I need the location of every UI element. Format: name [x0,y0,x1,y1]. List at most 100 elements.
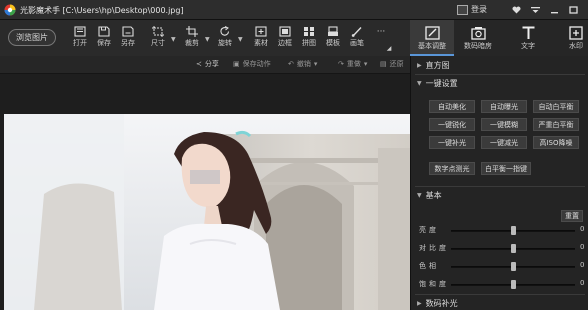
border-button[interactable]: 边框 [273,24,297,54]
maximize-button[interactable] [565,3,581,16]
save-as-button[interactable]: 另存 [116,24,140,54]
tab-text-label: 文字 [521,42,535,50]
material-icon [255,26,267,37]
redo-dropdown-icon[interactable]: ▾ [364,60,368,68]
one-click-reduce-light-button[interactable]: 一键减光 [481,136,527,149]
expand-icon: ◢ [386,45,392,52]
brightness-slider[interactable]: 亮度 0 [411,224,588,236]
restore-icon: ▤ [380,60,387,68]
auto-beautify-button[interactable]: 自动美化 [429,100,475,113]
maximize-icon [568,5,578,14]
undo-dropdown-icon[interactable]: ▾ [314,60,318,68]
save-label: 保存 [97,39,111,47]
redo-button[interactable]: ↷ 重做 ▾ [338,59,367,69]
template-button[interactable]: 模板 [321,24,345,54]
camera-icon [470,27,486,40]
high-iso-denoise-button[interactable]: 高ISO降噪 [533,136,579,149]
contrast-label: 对比度 [419,244,449,252]
saturation-label: 饱和度 [419,280,449,288]
browse-images-button[interactable]: 浏览图片 [8,29,56,46]
digital-fill-section[interactable]: ▶ 数码补光 [411,296,588,310]
more-label: ··· [376,27,386,37]
contrast-slider[interactable]: 对比度 0 [411,242,588,254]
auto-white-balance-button[interactable]: 自动白平衡 [533,100,579,113]
share-label: 分享 [204,60,219,68]
brush-label: 画笔 [350,39,364,47]
crop-label: 裁剪 [185,39,199,47]
size-button[interactable]: 尺寸 [146,24,170,54]
save-as-icon [122,26,134,37]
collage-button[interactable]: 拼图 [297,24,321,54]
adjustment-panel: ▶ 直方图 ▼ 一键设置 自动美化 自动曝光 自动白平衡 一键锐化 一键模糊 严… [410,56,588,310]
expand-arrow-icon: ▶ [417,299,422,307]
divider [415,74,585,75]
basic-section[interactable]: ▼ 基本 [411,188,588,202]
digital-spot-metering-button[interactable]: 数字点测光 [429,162,475,175]
more-tools-button[interactable]: ··· ◢ [369,24,393,54]
one-click-sharpen-button[interactable]: 一键锐化 [429,118,475,131]
crop-button[interactable]: 裁剪 [180,24,204,54]
crop-dropdown-icon[interactable]: ▼ [205,36,210,43]
one-click-label: 一键设置 [425,78,458,88]
brush-button[interactable]: 画笔 [345,24,369,54]
histogram-section[interactable]: ▶ 直方图 [411,58,588,72]
undo-bar: ≺ 分享 ▣ 保存动作 ↶ 撤销 ▾ ↷ 重做 ▾ ▤ 还原 [0,56,410,74]
collage-icon [304,27,314,36]
save-action-button[interactable]: ▣ 保存动作 [233,59,271,69]
resize-icon [152,26,164,37]
tab-basic-adjust-label: 基本调整 [418,42,446,50]
image-canvas[interactable] [0,74,410,310]
menu-button[interactable] [527,3,543,16]
tab-watermark[interactable]: 水印 [554,20,588,56]
login-button[interactable]: 登录 [457,3,487,16]
basic-adjust-icon [424,26,440,40]
collapse-arrow-icon: ▼ [417,191,422,199]
template-label: 模板 [326,39,340,47]
login-icon [457,4,468,15]
slider-thumb[interactable] [510,226,516,235]
heart-icon [511,6,521,13]
skin-button[interactable] [508,3,524,16]
save-action-label: 保存动作 [242,60,271,68]
open-icon [74,26,86,37]
hue-label: 色相 [419,262,439,270]
watermark-icon [568,26,583,40]
size-dropdown-icon[interactable]: ▼ [171,36,176,43]
undo-button[interactable]: ↶ 撤销 ▾ [288,59,317,69]
saturation-slider[interactable]: 饱和度 0 [411,278,588,290]
one-click-section[interactable]: ▼ 一键设置 [411,76,588,90]
one-click-fill-light-button[interactable]: 一键补光 [429,136,475,149]
material-button[interactable]: 素材 [249,24,273,54]
tab-digital-darkroom[interactable]: 数码暗房 [456,20,500,56]
one-click-blur-button[interactable]: 一键模糊 [481,118,527,131]
material-label: 素材 [254,39,268,47]
expand-arrow-icon: ▶ [417,61,422,69]
auto-exposure-button[interactable]: 自动曝光 [481,100,527,113]
photo-image[interactable] [4,114,410,310]
share-icon: ≺ [196,60,202,68]
histogram-label: 直方图 [425,60,450,70]
share-button[interactable]: ≺ 分享 [196,59,219,69]
border-label: 边框 [278,39,292,47]
reset-button[interactable]: 重置 [561,210,583,222]
tab-text[interactable]: 文字 [506,20,550,56]
restore-button[interactable]: ▤ 还原 [380,59,404,69]
login-label: 登录 [471,5,487,14]
open-button[interactable]: 打开 [68,24,92,54]
slider-thumb[interactable] [510,244,516,253]
hue-slider[interactable]: 色相 0 [411,260,588,272]
slider-thumb[interactable] [510,262,516,271]
size-label: 尺寸 [151,39,165,47]
severe-white-balance-button[interactable]: 严重白平衡 [533,118,579,131]
rotate-dropdown-icon[interactable]: ▼ [238,36,243,43]
save-button[interactable]: 保存 [92,24,116,54]
white-balance-pick-button[interactable]: 白平衡一指键 [481,162,531,175]
title-bar: 光影魔术手 [C:\Users\hp\Desktop\000.jpg] 登录 [0,0,588,20]
tab-basic-adjust[interactable]: 基本调整 [410,20,454,56]
slider-thumb[interactable] [510,280,516,289]
minimize-button[interactable] [546,3,562,16]
saturation-value: 0 [580,279,585,287]
save-action-icon: ▣ [233,60,240,68]
rotate-button[interactable]: 旋转 [213,24,237,54]
restore-label: 还原 [389,60,404,68]
